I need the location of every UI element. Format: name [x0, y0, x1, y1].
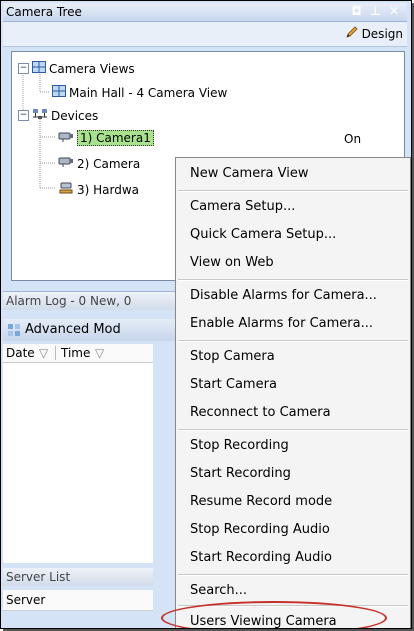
menu-item-label: Stop Recording Audio — [190, 522, 330, 537]
highlight-ring-annotation — [161, 601, 387, 628]
panel-title-bar: Camera Tree ◘ ⊥ ✕ — [3, 3, 407, 22]
panel-window-controls[interactable]: ◘ ⊥ ✕ — [352, 4, 401, 18]
menu-item-label: Disable Alarms for Camera... — [190, 288, 377, 303]
hardware-device-icon — [58, 181, 74, 198]
menu-item-enable-alarms[interactable]: Enable Alarms for Camera... — [176, 310, 410, 338]
menu-item-label: Stop Recording — [190, 438, 289, 453]
menu-item-resume-record-mode[interactable]: Resume Record mode — [176, 488, 410, 516]
menu-item-stop-recording[interactable]: Stop Recording — [176, 432, 410, 460]
alarm-log-title: Alarm Log - 0 New, 0 — [6, 294, 132, 308]
menu-item-reconnect-camera[interactable]: Reconnect to Camera — [176, 399, 410, 427]
hardware-label: 3) Hardwa — [77, 182, 140, 197]
camera-icon — [58, 131, 74, 146]
design-button-label: Design — [361, 26, 403, 41]
tree-node-camera-views[interactable]: − Camera Views — [18, 61, 135, 76]
menu-item-label: Enable Alarms for Camera... — [190, 316, 373, 331]
menu-item-camera-setup[interactable]: Camera Setup... — [176, 193, 410, 221]
camera-view-grid-icon — [52, 85, 66, 100]
server-column-header: Server — [3, 590, 153, 611]
menu-item-label: New Camera View — [190, 166, 309, 181]
menu-item-label: Start Recording Audio — [190, 550, 332, 565]
menu-item-stop-recording-audio[interactable]: Stop Recording Audio — [176, 516, 410, 544]
main-hall-label: Main Hall - 4 Camera View — [69, 85, 228, 100]
advanced-mode-icon — [7, 323, 21, 340]
server-list-title: Server List — [6, 570, 71, 584]
camera2-label: 2) Camera — [77, 156, 141, 171]
advanced-mode-label: Advanced Mod — [25, 322, 121, 337]
server-list-header: Server List — [3, 568, 153, 586]
menu-separator — [178, 340, 408, 342]
collapse-icon[interactable]: − — [18, 63, 29, 74]
menu-item-label: Resume Record mode — [190, 494, 333, 509]
network-devices-icon — [32, 108, 48, 123]
menu-item-start-recording-audio[interactable]: Start Recording Audio — [176, 544, 410, 572]
collapse-icon[interactable]: − — [18, 110, 29, 121]
camera-views-label: Camera Views — [49, 61, 135, 76]
menu-separator — [178, 574, 408, 576]
menu-item-new-camera-view[interactable]: New Camera View — [176, 160, 410, 188]
filter-icon[interactable]: ▽ — [39, 346, 48, 360]
menu-item-label: View on Web — [190, 255, 274, 270]
menu-item-stop-camera[interactable]: Stop Camera — [176, 343, 410, 371]
filter-icon[interactable]: ▽ — [95, 346, 104, 360]
menu-item-label: Quick Camera Setup... — [190, 227, 337, 242]
tree-node-hardware[interactable]: 3) Hardwa — [58, 181, 139, 198]
panel-title: Camera Tree — [6, 5, 82, 19]
menu-separator — [178, 190, 408, 192]
tree-node-camera2[interactable]: 2) Camera — [58, 156, 140, 171]
menu-item-label: Camera Setup... — [190, 199, 296, 214]
column-divider — [55, 346, 56, 360]
menu-item-label: Start Recording — [190, 466, 291, 481]
menu-item-view-on-web[interactable]: View on Web — [176, 249, 410, 277]
menu-item-start-recording[interactable]: Start Recording — [176, 460, 410, 488]
pencil-icon — [345, 25, 359, 42]
column-header-time[interactable]: Time — [61, 346, 90, 360]
context-menu: New Camera View Camera Setup... Quick Ca… — [175, 157, 411, 628]
column-header-date[interactable]: Date — [6, 346, 35, 360]
camera1-status: On — [344, 132, 362, 146]
alarm-log-grid — [3, 363, 153, 563]
camera-views-grid-icon — [32, 61, 46, 76]
menu-item-disable-alarms[interactable]: Disable Alarms for Camera... — [176, 282, 410, 310]
menu-separator — [178, 279, 408, 281]
camera-tree-window: Camera Tree ◘ ⊥ ✕ Design − Camera Views … — [0, 0, 412, 629]
menu-item-label: Start Camera — [190, 377, 277, 392]
tree-toolbar: Design — [3, 22, 407, 47]
menu-item-label: Search... — [190, 583, 248, 598]
alarm-grid-header: Date ▽ Time ▽ — [3, 344, 153, 363]
design-button[interactable]: Design — [345, 25, 403, 42]
tree-node-main-hall[interactable]: Main Hall - 4 Camera View — [52, 85, 227, 100]
camera1-label: 1) Camera1 — [77, 130, 154, 146]
column-header-server[interactable]: Server — [6, 593, 45, 607]
camera-icon — [58, 156, 74, 171]
menu-separator — [178, 429, 408, 431]
menu-item-label: Stop Camera — [190, 349, 275, 364]
menu-item-start-camera[interactable]: Start Camera — [176, 371, 410, 399]
menu-item-quick-camera-setup[interactable]: Quick Camera Setup... — [176, 221, 410, 249]
tree-node-devices[interactable]: − Devices — [18, 108, 98, 123]
devices-label: Devices — [51, 108, 99, 123]
tree-node-camera1[interactable]: 1) Camera1 — [58, 130, 154, 146]
menu-item-label: Reconnect to Camera — [190, 405, 331, 420]
